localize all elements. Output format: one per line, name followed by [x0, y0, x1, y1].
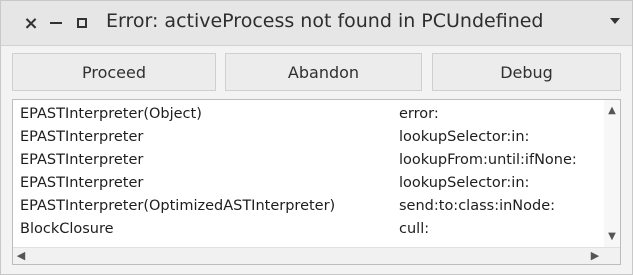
vertical-scrollbar[interactable]: ▲ ▼ — [604, 100, 620, 248]
horizontal-scrollbar[interactable]: ◀ ▶ — [13, 247, 620, 264]
debugger-window: × Error: activeProcess not found in PCUn… — [0, 0, 633, 275]
stack-receiver: BlockClosure — [20, 221, 114, 237]
scroll-up-icon[interactable]: ▲ — [607, 106, 617, 116]
stack-row[interactable]: EPASTInterpreter lookupSelector:in: — [13, 127, 605, 149]
stack-row[interactable]: BlockClosure cull: — [13, 219, 605, 241]
stack-row[interactable]: EPASTInterpreter(Object) error: — [13, 104, 605, 126]
minimize-icon[interactable] — [46, 13, 66, 33]
stack-receiver: EPASTInterpreter — [20, 175, 144, 191]
stack-selector: lookupSelector:in: — [399, 175, 530, 191]
stack-row[interactable]: EPASTInterpreter lookupFrom:until:ifNone… — [13, 150, 605, 172]
stack-selector: cull: — [399, 221, 430, 237]
debug-button[interactable]: Debug — [432, 53, 621, 91]
stack-selector: lookupSelector:in: — [399, 129, 530, 145]
window-menu-icon[interactable] — [610, 18, 620, 24]
stack-selector: error: — [399, 106, 439, 122]
stack-row[interactable]: EPASTInterpreter lookupSelector:in: — [13, 173, 605, 195]
close-icon[interactable]: × — [21, 13, 41, 34]
stack-selector: lookupFrom:until:ifNone: — [399, 152, 577, 168]
maximize-icon[interactable] — [72, 13, 92, 33]
scroll-right-icon[interactable]: ▶ — [590, 250, 600, 262]
stack-receiver: EPASTInterpreter(OptimizedASTInterpreter… — [20, 198, 336, 214]
stack-receiver: EPASTInterpreter — [20, 152, 144, 168]
stack-receiver: EPASTInterpreter(Object) — [20, 106, 202, 122]
stack-row[interactable]: EPASTInterpreter(OptimizedASTInterpreter… — [13, 196, 605, 218]
abandon-button[interactable]: Abandon — [225, 53, 422, 91]
title-bar[interactable]: × Error: activeProcess not found in PCUn… — [1, 1, 632, 46]
action-button-bar: Proceed Abandon Debug — [12, 53, 621, 91]
stack-list[interactable]: EPASTInterpreter(Object) error: EPASTInt… — [12, 99, 621, 265]
stack-selector: send:to:class:inNode: — [399, 198, 556, 214]
scroll-left-icon[interactable]: ◀ — [16, 250, 26, 262]
scroll-down-icon[interactable]: ▼ — [607, 232, 617, 242]
stack-receiver: EPASTInterpreter — [20, 129, 144, 145]
proceed-button[interactable]: Proceed — [12, 53, 216, 91]
window-title: Error: activeProcess not found in PCUnde… — [106, 10, 544, 32]
